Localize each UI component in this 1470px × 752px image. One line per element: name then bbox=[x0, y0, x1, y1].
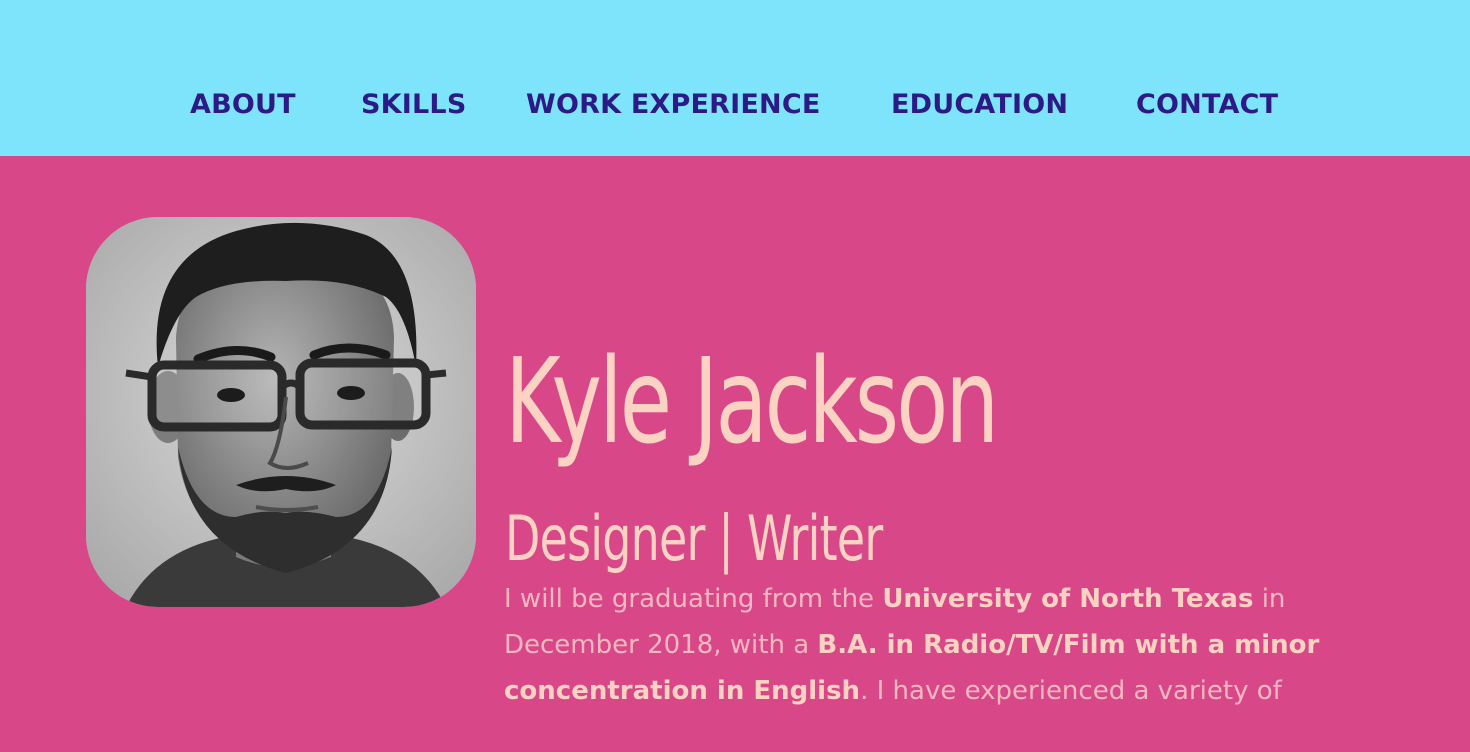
profile-bio: I will be graduating from the University… bbox=[504, 576, 1404, 714]
nav-link-education[interactable]: EDUCATION bbox=[891, 87, 1068, 123]
bio-text: . I have experienced a variety of bbox=[860, 676, 1282, 706]
bio-text: in bbox=[1253, 584, 1286, 614]
profile-name: Kyle Jackson bbox=[505, 332, 999, 471]
bio-line-3: concentration in English. I have experie… bbox=[504, 668, 1404, 714]
bio-text: I will be graduating from the bbox=[504, 584, 883, 614]
top-navigation: ABOUT SKILLS WORK EXPERIENCE EDUCATION C… bbox=[0, 0, 1470, 156]
nav-link-work-experience[interactable]: WORK EXPERIENCE bbox=[526, 87, 820, 123]
hero-section: Kyle Jackson Designer | Writer I will be… bbox=[0, 156, 1470, 752]
profile-role: Designer | Writer bbox=[505, 502, 883, 576]
profile-photo-illustration bbox=[86, 217, 476, 607]
nav-link-about[interactable]: ABOUT bbox=[190, 87, 296, 123]
page: ABOUT SKILLS WORK EXPERIENCE EDUCATION C… bbox=[0, 0, 1470, 752]
bio-highlight-university: University of North Texas bbox=[882, 584, 1254, 614]
bio-line-2: December 2018, with a B.A. in Radio/TV/F… bbox=[504, 622, 1404, 668]
nav-link-skills[interactable]: SKILLS bbox=[361, 87, 466, 123]
bio-line-1: I will be graduating from the University… bbox=[504, 576, 1404, 622]
nav-link-contact[interactable]: CONTACT bbox=[1136, 87, 1278, 123]
bio-text: December 2018, with a bbox=[504, 630, 818, 660]
bio-highlight-degree: B.A. in Radio/TV/Film with a minor bbox=[817, 630, 1320, 660]
bio-highlight-concentration: concentration in English bbox=[504, 676, 861, 706]
profile-photo bbox=[86, 217, 476, 607]
